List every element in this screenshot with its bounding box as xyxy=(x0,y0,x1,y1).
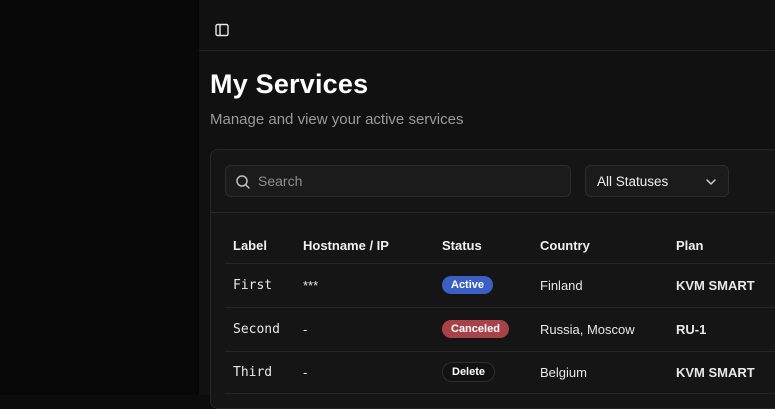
status-filter-select[interactable]: All Statuses xyxy=(585,165,729,197)
cell-label: Second xyxy=(225,307,295,352)
filter-bar: All Statuses xyxy=(211,150,775,213)
cell-country: Finland xyxy=(532,263,668,308)
services-card: All Statuses Label Hostname / IP Status … xyxy=(210,149,775,409)
sidebar-toggle-button[interactable] xyxy=(212,20,232,40)
cell-country: Russia, Moscow xyxy=(532,307,668,352)
status-badge: Canceled xyxy=(442,320,509,338)
cell-plan: RU-1 xyxy=(668,307,775,352)
chevron-down-icon xyxy=(706,179,716,185)
table-row[interactable]: Second - Canceled Russia, Moscow RU-1 xyxy=(225,307,775,352)
main-content: My Services Manage and view your active … xyxy=(199,0,775,409)
sidebar-panel-icon xyxy=(215,23,229,37)
column-header-label[interactable]: Label xyxy=(225,228,295,264)
cell-hostname: - xyxy=(295,351,434,394)
table-row[interactable]: First *** Active Finland KVM SMART xyxy=(225,263,775,308)
topbar xyxy=(199,0,775,51)
page-subtitle: Manage and view your active services xyxy=(210,111,464,128)
status-badge: Active xyxy=(442,276,494,294)
status-badge: Delete xyxy=(442,362,496,382)
cell-status: Canceled xyxy=(434,307,532,352)
table-header-row: Label Hostname / IP Status Country Plan xyxy=(225,228,775,264)
column-header-status[interactable]: Status xyxy=(434,228,532,264)
sidebar xyxy=(0,0,199,395)
cell-plan: KVM SMART xyxy=(668,351,775,394)
cell-label: First xyxy=(225,263,295,308)
cell-hostname: - xyxy=(295,307,434,352)
column-header-hostname[interactable]: Hostname / IP xyxy=(295,228,434,264)
cell-status: Active xyxy=(434,263,532,308)
cell-country: Belgium xyxy=(532,351,668,394)
cell-hostname: *** xyxy=(295,263,434,308)
table-row[interactable]: Third - Delete Belgium KVM SMART xyxy=(225,351,775,394)
search-input[interactable] xyxy=(258,166,558,196)
page-title: My Services xyxy=(210,69,369,99)
cell-status: Delete xyxy=(434,351,532,394)
cell-label: Third xyxy=(225,351,295,394)
cell-plan: KVM SMART xyxy=(668,263,775,308)
status-filter-value: All Statuses xyxy=(597,174,669,189)
search-icon xyxy=(236,175,250,189)
services-table: Label Hostname / IP Status Country Plan … xyxy=(225,228,775,394)
column-header-country[interactable]: Country xyxy=(532,228,668,264)
search-box[interactable] xyxy=(225,165,571,197)
column-header-plan[interactable]: Plan xyxy=(668,228,775,264)
